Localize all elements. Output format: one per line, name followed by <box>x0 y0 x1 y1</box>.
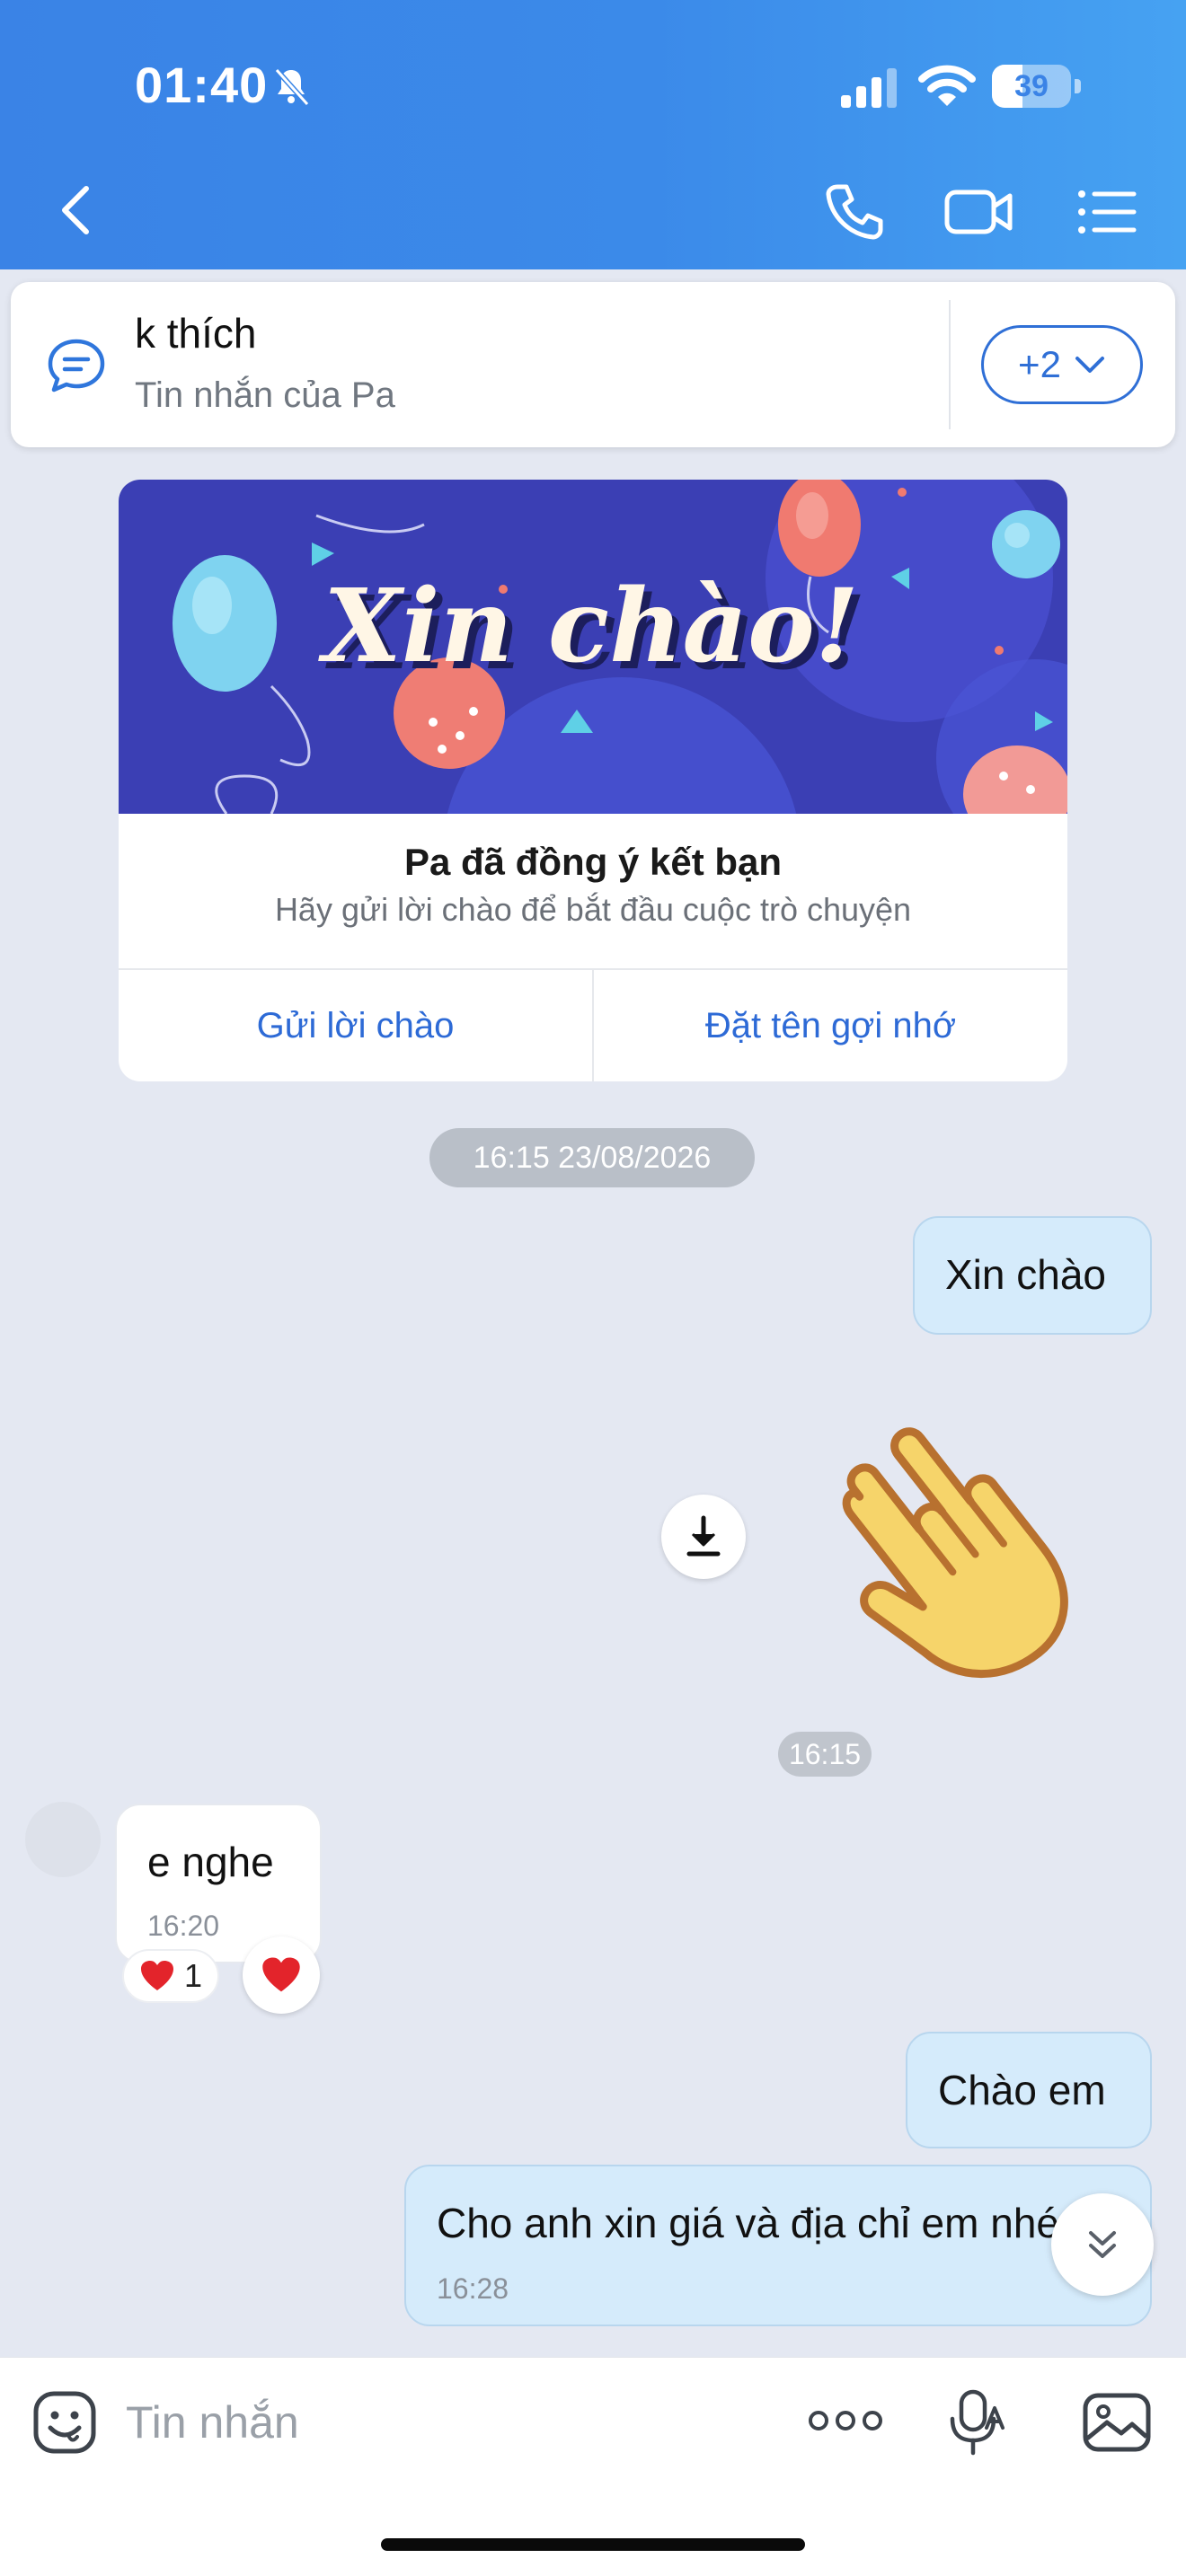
message-time: 16:15 <box>778 1732 872 1777</box>
avatar[interactable] <box>25 1802 101 1877</box>
chat-header: 01:40 39 <box>0 0 1186 269</box>
reaction-count: 1 <box>183 1957 203 1994</box>
message-input[interactable] <box>126 2386 755 2458</box>
back-chevron-icon[interactable] <box>54 183 99 237</box>
voice-to-text-icon[interactable] <box>945 2388 1008 2457</box>
message-text: Cho anh xin giá và địa chỉ em nhé <box>437 2200 1059 2246</box>
scroll-to-bottom-button[interactable] <box>1051 2193 1154 2296</box>
message-text: Chào em <box>938 2067 1106 2113</box>
react-button[interactable] <box>243 1936 320 2014</box>
card-subtitle: Hãy gửi lời chào để bắt đầu cuộc trò chu… <box>274 891 912 928</box>
chevron-down-icon <box>1075 357 1104 373</box>
wifi-icon <box>918 65 976 106</box>
reaction-summary[interactable]: 1 <box>122 1949 219 2003</box>
outgoing-message[interactable]: Chào em <box>906 2032 1152 2148</box>
message-time: 16:20 <box>147 1910 220 1942</box>
friend-accepted-card: Xin chào! Xin chào! Pa đã đồng ý kết bạn… <box>119 480 1067 1081</box>
message-text: Xin chào <box>945 1251 1107 1298</box>
download-button[interactable] <box>661 1495 746 1579</box>
message-time: 16:28 <box>437 2272 509 2305</box>
battery-indicator: 39 <box>992 65 1082 110</box>
set-nickname-button[interactable]: Đặt tên gợi nhớ <box>594 970 1067 1081</box>
image-gallery-icon[interactable] <box>1082 2392 1152 2453</box>
date-separator: 16:15 23/08/2026 <box>429 1128 755 1187</box>
home-indicator[interactable] <box>381 2538 805 2551</box>
banner-text: Xin chào! <box>318 568 859 685</box>
video-camera-icon[interactable] <box>943 185 1015 239</box>
pinned-message-bar[interactable]: k thích Tin nhắn của Pa +2 <box>11 282 1175 447</box>
outgoing-message[interactable]: Xin chào <box>913 1216 1152 1335</box>
message-text: e nghe <box>147 1839 274 1885</box>
pinned-title: k thích <box>135 310 257 357</box>
pinned-subtitle: Tin nhắn của Pa <box>135 375 395 415</box>
double-chevron-down-icon <box>1089 2231 1116 2258</box>
waving-hand-icon <box>842 1427 1068 1678</box>
chat-bubble-icon <box>48 339 105 393</box>
phone-icon[interactable] <box>823 180 886 243</box>
more-options-icon[interactable] <box>807 2403 884 2439</box>
greeting-banner: Xin chào! Xin chào! <box>119 480 1067 814</box>
send-greeting-button[interactable]: Gửi lời chào <box>119 970 592 1081</box>
battery-level: 39 <box>1014 69 1049 103</box>
status-time: 01:40 <box>135 57 269 113</box>
list-menu-icon[interactable] <box>1075 185 1137 239</box>
pinned-more-button[interactable]: +2 <box>981 325 1143 404</box>
heart-icon <box>262 1957 300 1992</box>
pinned-more-label: +2 <box>1018 343 1061 385</box>
cellular-signal-icon <box>841 68 897 108</box>
divider <box>949 300 951 429</box>
download-icon <box>686 1515 721 1557</box>
bell-muted-icon <box>274 67 310 107</box>
sticker-message[interactable] <box>809 1401 1114 1689</box>
heart-icon <box>140 1961 173 1990</box>
card-title: Pa đã đồng ý kết bạn <box>403 841 783 883</box>
outgoing-message[interactable]: Cho anh xin giá và địa chỉ em nhé 16:28 <box>404 2165 1152 2326</box>
sticker-emoji-icon[interactable] <box>32 2390 97 2455</box>
